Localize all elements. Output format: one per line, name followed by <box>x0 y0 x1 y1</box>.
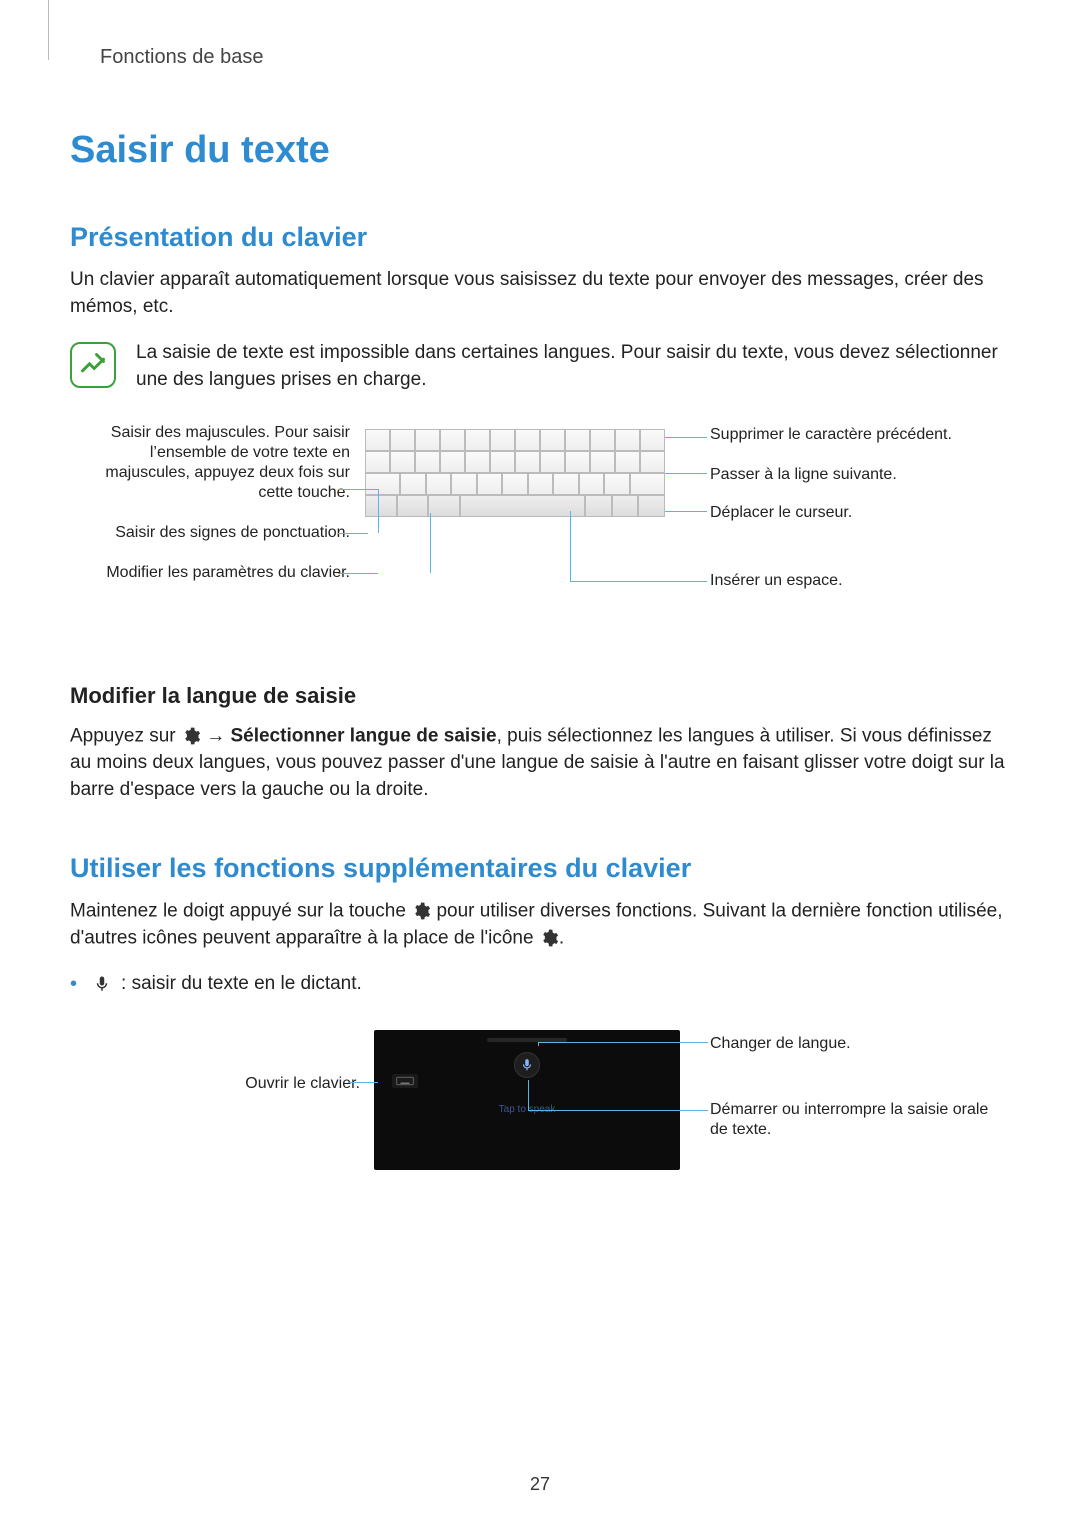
note-block: La saisie de texte est impossible dans c… <box>70 340 1010 393</box>
dictation-diagram: Ouvrir le clavier. Tap to speak Changer … <box>70 1030 1010 1190</box>
text-fragment: → <box>206 726 230 747</box>
callout-caps: Saisir des majuscules. Pour saisir l’ens… <box>90 423 350 503</box>
keyboard-illustration <box>365 429 665 539</box>
text-fragment: Maintenez le doigt appuyé sur la touche <box>70 901 411 922</box>
bullet-list: : saisir du texte en le dictant. <box>70 968 1010 1000</box>
callout-settings: Modifier les paramètres du clavier. <box>90 563 350 583</box>
gear-icon <box>411 898 431 925</box>
page-number: 27 <box>0 1474 1080 1495</box>
callout-space: Insérer un espace. <box>710 571 843 591</box>
page-title: Saisir du texte <box>70 129 1010 172</box>
keyboard-button-icon <box>392 1074 418 1088</box>
modifier-langue-text: Appuyez sur → Sélectionner langue de sai… <box>70 723 1010 803</box>
keyboard-diagram: Saisir des majuscules. Pour saisir l’ens… <box>70 423 1010 643</box>
note-icon <box>70 342 116 388</box>
text-fragment: . <box>559 928 564 949</box>
gear-icon <box>539 925 559 952</box>
callout-voice: Démarrer ou interrompre la saisie orale … <box>710 1100 990 1140</box>
subsection-modifier-langue: Modifier la langue de saisie <box>70 683 1010 709</box>
breadcrumb: Fonctions de base <box>100 46 1010 69</box>
bullet-dictation: : saisir du texte en le dictant. <box>70 968 1010 1000</box>
callout-punct: Saisir des signes de ponctuation. <box>90 523 350 543</box>
bullet-text: : saisir du texte en le dictant. <box>121 969 362 999</box>
callout-change-lang: Changer de langue. <box>710 1034 851 1054</box>
callout-del: Supprimer le caractère précédent. <box>710 425 952 445</box>
fonctions-text: Maintenez le doigt appuyé sur la touche … <box>70 898 1010 952</box>
text-bold: Sélectionner langue de saisie <box>230 726 496 747</box>
note-text: La saisie de texte est impossible dans c… <box>136 340 1010 393</box>
mic-icon <box>93 969 111 999</box>
callout-enter: Passer à la ligne suivante. <box>710 465 897 485</box>
section-heading-presentation: Présentation du clavier <box>70 222 1010 253</box>
gear-icon <box>181 723 201 750</box>
text-fragment: Appuyez sur <box>70 726 181 747</box>
vertical-rule <box>48 0 49 60</box>
callout-cursor: Déplacer le curseur. <box>710 503 852 523</box>
callout-open-keyboard: Ouvrir le clavier. <box>80 1074 360 1094</box>
intro-text: Un clavier apparaît automatiquement lors… <box>70 267 1010 320</box>
section-heading-fonctions: Utiliser les fonctions supplémentaires d… <box>70 853 1010 884</box>
dictation-illustration: Tap to speak <box>374 1030 680 1170</box>
mic-button-icon <box>514 1052 540 1078</box>
